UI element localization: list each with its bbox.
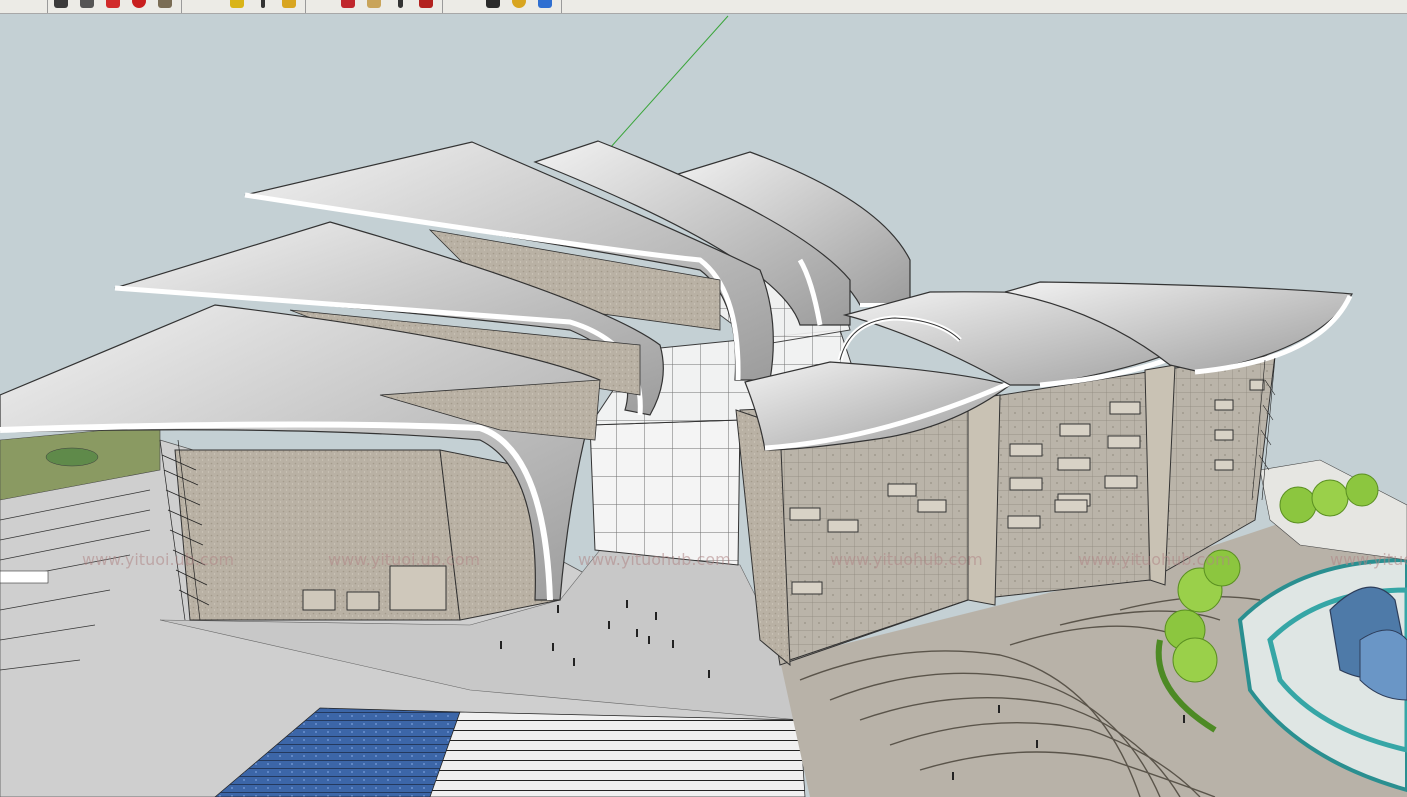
watermark-1: www.yituoi.ub.com [82, 550, 234, 569]
previous-view-button[interactable] [483, 0, 503, 12]
paint-bucket-icon [158, 0, 172, 8]
watermark-6: www.yituohub.com [1330, 550, 1407, 569]
watermark-5: www.yituohub.com [1078, 550, 1231, 569]
orbit-button[interactable] [338, 0, 358, 12]
orbit-red-icon [341, 0, 355, 8]
eraser-button[interactable] [77, 0, 97, 12]
sketchup-window: www.yituoi.ub.com www.yituoi.ub.com www.… [0, 0, 1407, 797]
left-building [159, 439, 561, 621]
striped-steps [429, 711, 806, 797]
model-scene: www.yituoi.ub.com www.yituoi.ub.com www.… [0, 14, 1407, 797]
pencil-yellow-icon [230, 0, 244, 8]
garden-circle [45, 447, 99, 467]
rotate-button[interactable] [129, 0, 149, 12]
toolbar-group-draw-tools [224, 0, 306, 13]
previous-view-icon [486, 0, 500, 8]
next-view-icon [538, 0, 552, 8]
position-camera-button[interactable] [509, 0, 529, 12]
walk-icon [419, 0, 433, 8]
toolbar-group-main-tools [48, 0, 182, 13]
pencil-button[interactable] [103, 0, 123, 12]
toolbar-group-view-tools [480, 0, 562, 13]
watermark-2: www.yituoi.ub.com [328, 550, 480, 569]
zoom-icon [398, 0, 403, 8]
tape-measure-button[interactable] [279, 0, 299, 12]
draw-pencil-button[interactable] [227, 0, 247, 12]
eraser-icon [80, 0, 94, 8]
dimension-icon [261, 0, 265, 8]
hand-pan-icon [367, 0, 381, 8]
toolbar-group-start [0, 0, 48, 13]
watermark-4: www.yituohub.com [830, 550, 983, 569]
dark-tool-button[interactable] [51, 0, 71, 12]
3d-viewport[interactable]: www.yituoi.ub.com www.yituoi.ub.com www.… [0, 14, 1407, 797]
zoom-button[interactable] [390, 0, 410, 12]
next-view-button[interactable] [535, 0, 555, 12]
dimension-button[interactable] [253, 0, 273, 12]
walk-button[interactable] [416, 0, 436, 12]
tape-measure-icon [282, 0, 296, 8]
toolbar [0, 0, 1407, 14]
watermark-3: www.yituohub.com [578, 550, 731, 569]
rotate-red-icon [132, 0, 146, 8]
white-box-left [0, 570, 49, 584]
pencil-red-icon [106, 0, 120, 8]
dark-tool-icon [54, 0, 68, 8]
pan-button[interactable] [364, 0, 384, 12]
paint-bucket-button[interactable] [155, 0, 175, 12]
toolbar-group-camera-tools [335, 0, 443, 13]
position-camera-icon [512, 0, 526, 8]
